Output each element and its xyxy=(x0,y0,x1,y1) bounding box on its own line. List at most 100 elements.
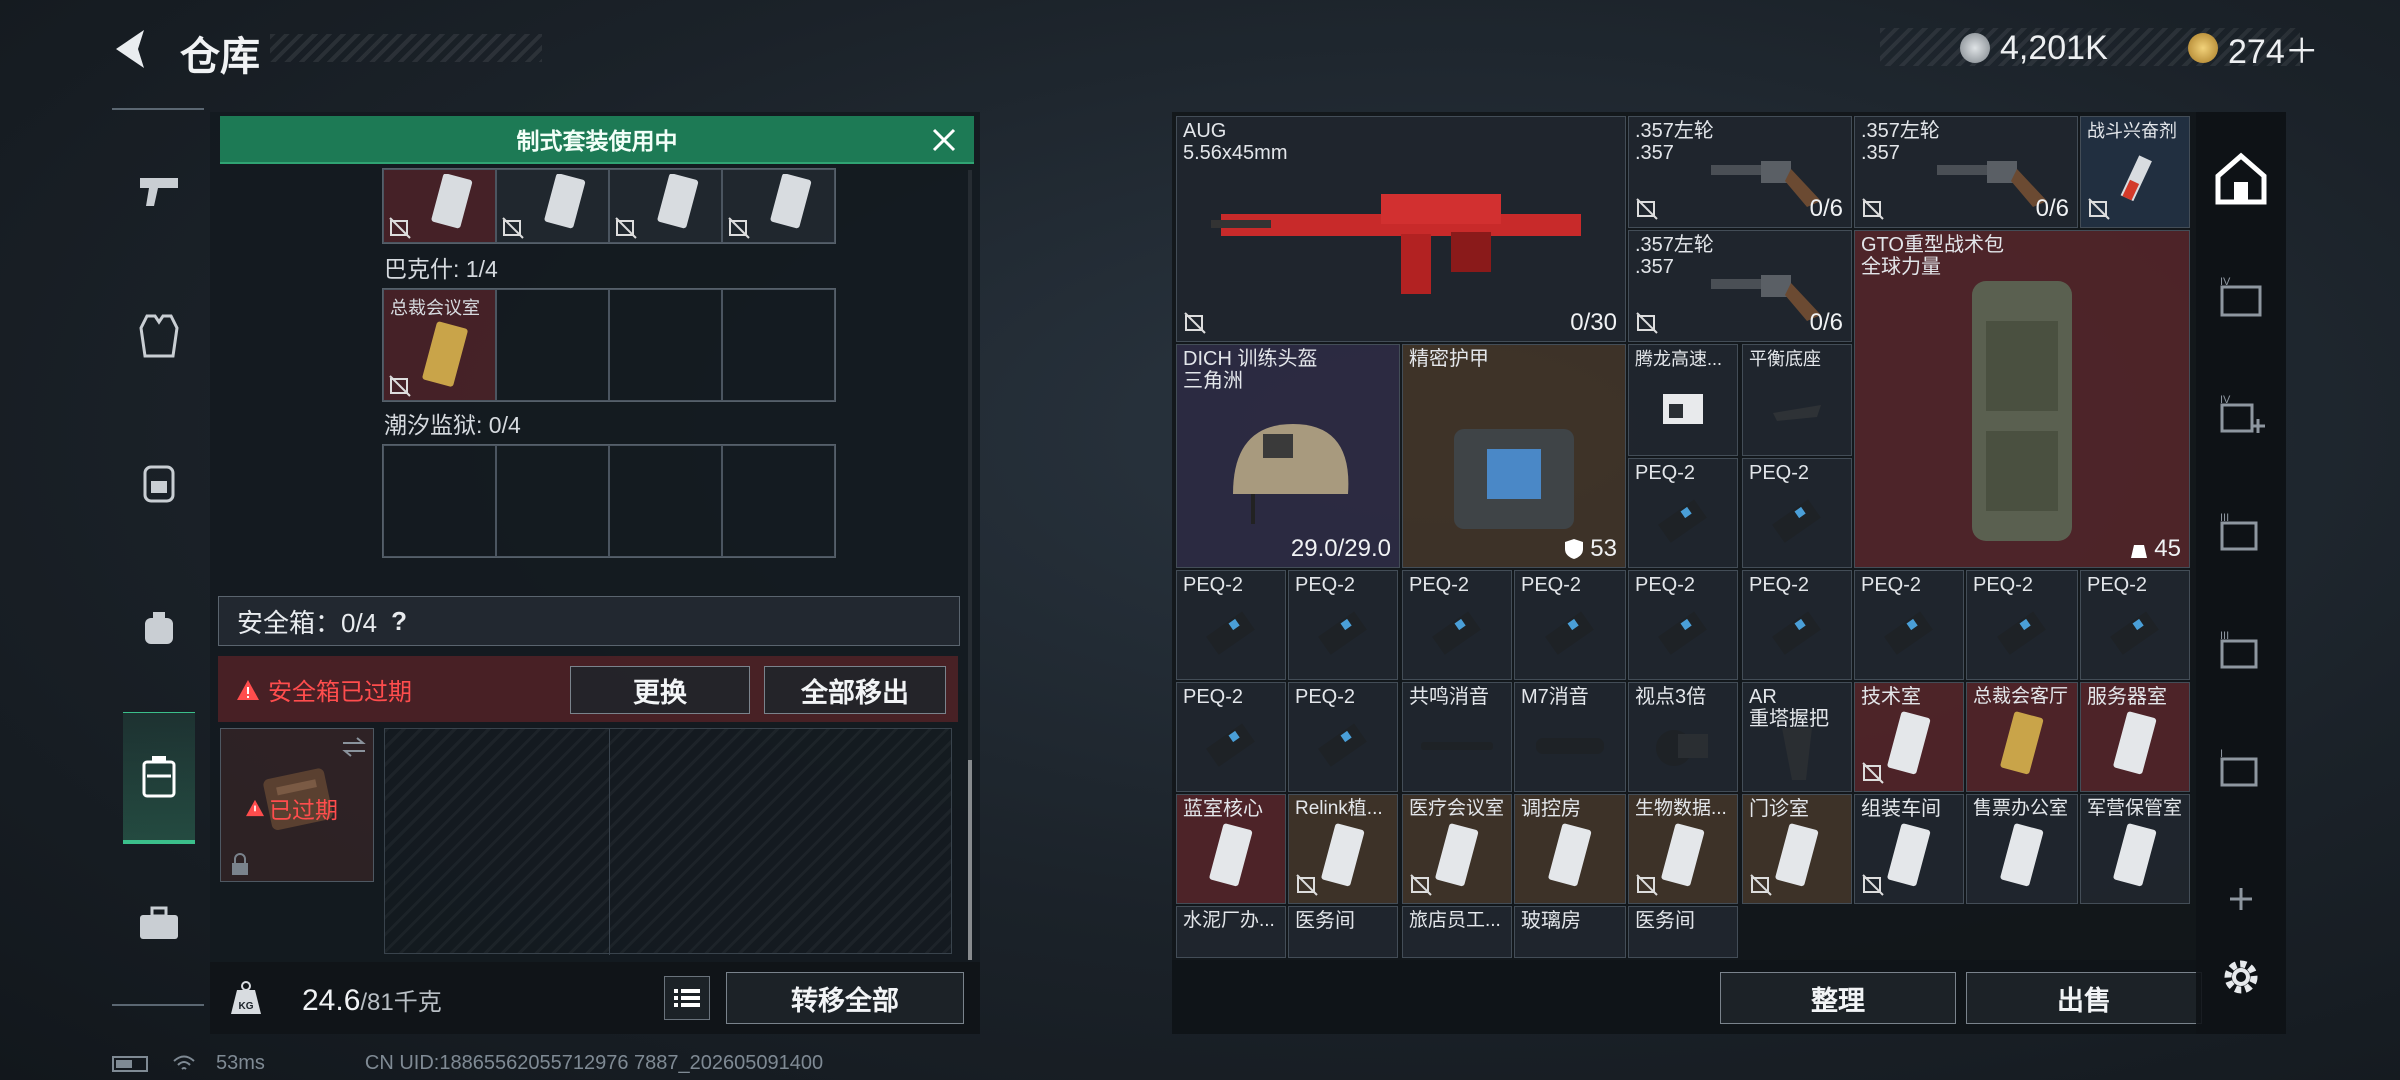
stash-item-peq[interactable]: PEQ-2 xyxy=(1628,570,1738,680)
keycard-slot-filled[interactable]: 总裁会议室 xyxy=(383,289,496,401)
stash-item-peq[interactable]: PEQ-2 xyxy=(1176,570,1286,680)
stash-keycard[interactable]: 总裁会客厅 xyxy=(1966,682,2078,792)
help-icon[interactable]: ? xyxy=(391,606,407,637)
stash-item-revolver[interactable]: .357左轮 .357 0/6 xyxy=(1854,116,2078,228)
replace-button[interactable]: 更换 xyxy=(570,666,750,714)
stash-keycard[interactable]: 调控房 xyxy=(1514,794,1626,904)
stash-item-aug[interactable]: AUG 5.56x45mm 0/30 xyxy=(1176,116,1626,342)
nav-briefcase[interactable] xyxy=(123,874,195,974)
keycard-slot[interactable] xyxy=(383,169,496,243)
stash-item-armor[interactable]: 精密护甲 53 xyxy=(1402,344,1626,568)
suppressor-icon xyxy=(1536,737,1604,754)
empty-slot[interactable] xyxy=(383,445,496,557)
currency-silver[interactable]: 4,201K xyxy=(1960,29,2108,67)
stash-item-peq[interactable]: PEQ-2 xyxy=(1514,570,1626,680)
stash-tab-iii-b[interactable]: III xyxy=(2206,616,2276,686)
keycard-slot[interactable] xyxy=(496,169,609,243)
stash-keycard[interactable]: 组装车间 xyxy=(1854,794,1964,904)
empty-slot[interactable] xyxy=(496,445,609,557)
currency-gold[interactable]: 274＋ xyxy=(2188,30,2319,71)
stash-item-peq[interactable]: PEQ-2 xyxy=(1176,682,1286,792)
nav-safe-box[interactable] xyxy=(123,712,195,844)
stash-tab-iv[interactable]: IV xyxy=(2206,262,2276,332)
stash-keycard[interactable]: 旅店员工... xyxy=(1402,906,1512,958)
nav-armor[interactable] xyxy=(123,286,195,386)
back-arrow-icon[interactable] xyxy=(110,26,156,72)
empty-slot[interactable] xyxy=(496,289,609,401)
hidden-icon xyxy=(1184,312,1206,334)
stash-keycard[interactable]: 医务间 xyxy=(1288,906,1398,958)
item-name: 服务器室 xyxy=(2087,686,2167,708)
peq-icon xyxy=(1206,723,1255,767)
stash-keycard[interactable]: 生物数据... xyxy=(1628,794,1738,904)
stash-keycard[interactable]: 门诊室 xyxy=(1742,794,1852,904)
stash-keycard[interactable]: Relink植... xyxy=(1288,794,1398,904)
item-name: 医务间 xyxy=(1295,910,1355,932)
stash-item-grip[interactable]: AR 重塔握把 xyxy=(1742,682,1852,792)
stash-item-revolver[interactable]: .357左轮 .357 0/6 xyxy=(1628,116,1852,228)
stash-keycard[interactable]: 军营保管室 xyxy=(2080,794,2190,904)
remove-all-button[interactable]: 全部移出 xyxy=(764,666,946,714)
nav-rig[interactable] xyxy=(123,578,195,678)
keycard-slot[interactable] xyxy=(722,169,835,243)
sell-button[interactable]: 出售 xyxy=(1966,972,2202,1024)
stash-keycard[interactable]: 蓝室核心 xyxy=(1176,794,1286,904)
stash-keycard[interactable]: 售票办公室 xyxy=(1966,794,2078,904)
stash-item-peq[interactable]: PEQ-2 xyxy=(1288,682,1398,792)
stash-item-helmet[interactable]: DICH 训练头盔 三角洲 29.0/29.0 xyxy=(1176,344,1400,568)
keycard-label: 总裁会议室 xyxy=(390,298,480,318)
stash-item-gto-backpack[interactable]: GTO重型战术包 全球力量 45 xyxy=(1854,230,2190,568)
stash-tab-main[interactable] xyxy=(2206,144,2276,214)
item-name: PEQ-2 xyxy=(1183,686,1244,708)
keycard-icon xyxy=(1548,823,1592,886)
stash-item-peq[interactable]: PEQ-2 xyxy=(1742,458,1852,568)
stash-item-suppressor[interactable]: 共鸣消音 xyxy=(1402,682,1512,792)
safe-box-slot[interactable]: 已过期 xyxy=(220,728,374,882)
weight-max: /81千克 xyxy=(360,989,442,1016)
stash-item-peq[interactable]: PEQ-2 xyxy=(1966,570,2078,680)
keycard-slot[interactable] xyxy=(609,169,722,243)
gear-icon xyxy=(2224,960,2258,994)
close-icon[interactable] xyxy=(930,126,958,154)
stash-tab-iv-plus[interactable]: IV xyxy=(2206,380,2276,450)
stash-item-peq[interactable]: PEQ-2 xyxy=(1402,570,1512,680)
stash-keycard[interactable]: 水泥厂办... xyxy=(1176,906,1286,958)
stash-tab-iii[interactable]: III xyxy=(2206,498,2276,568)
empty-slot[interactable] xyxy=(609,445,722,557)
nav-weapons[interactable] xyxy=(123,140,195,240)
add-tab-button[interactable] xyxy=(2206,864,2276,934)
item-name: 蓝室核心 xyxy=(1183,798,1263,820)
briefcase-icon xyxy=(140,906,178,939)
stash-item-suppressor[interactable]: M7消音 xyxy=(1514,682,1626,792)
stash-tab-i[interactable]: I xyxy=(2206,734,2276,804)
stash-item-peq[interactable]: PEQ-2 xyxy=(1288,570,1398,680)
list-view-button[interactable] xyxy=(664,976,710,1020)
stash-item-peq[interactable]: PEQ-2 xyxy=(1742,570,1852,680)
stash-keycard[interactable]: 技术室 xyxy=(1854,682,1964,792)
item-count: 0/6 xyxy=(2035,195,2069,222)
empty-slot[interactable] xyxy=(609,289,722,401)
stash-item-mount[interactable]: 平衡底座 xyxy=(1742,344,1852,456)
stash-item-peq[interactable]: PEQ-2 xyxy=(1854,570,1964,680)
section-label-bakshi: 巴克什: 1/4 xyxy=(384,256,498,282)
empty-slot[interactable] xyxy=(722,445,835,557)
empty-slot[interactable] xyxy=(722,289,835,401)
stash-item-peq[interactable]: PEQ-2 xyxy=(1628,458,1738,568)
stash-item-revolver[interactable]: .357左轮 .357 0/6 xyxy=(1628,230,1852,342)
hidden-icon xyxy=(1410,874,1432,896)
stash-keycard[interactable]: 玻璃房 xyxy=(1514,906,1626,958)
peq-icon xyxy=(1772,499,1821,543)
organize-button[interactable]: 整理 xyxy=(1720,972,1956,1024)
transfer-all-button[interactable]: 转移全部 xyxy=(726,972,964,1024)
settings-button[interactable] xyxy=(2206,942,2276,1012)
stash-item-laser[interactable]: 腾龙高速... xyxy=(1628,344,1738,456)
stash-item-peq[interactable]: PEQ-2 xyxy=(2080,570,2190,680)
nav-backpack[interactable] xyxy=(123,432,195,532)
stash-item-scope[interactable]: 视点3倍 xyxy=(1628,682,1738,792)
stash-keycard[interactable]: 服务器室 xyxy=(2080,682,2190,792)
stash-keycard[interactable]: 医务间 xyxy=(1628,906,1738,958)
scrollbar-thumb[interactable] xyxy=(968,760,972,960)
stash-item-stimulant[interactable]: 战斗兴奋剂 xyxy=(2080,116,2190,228)
stash-keycard[interactable]: 医疗会议室 xyxy=(1402,794,1512,904)
swap-icon[interactable] xyxy=(339,735,369,759)
